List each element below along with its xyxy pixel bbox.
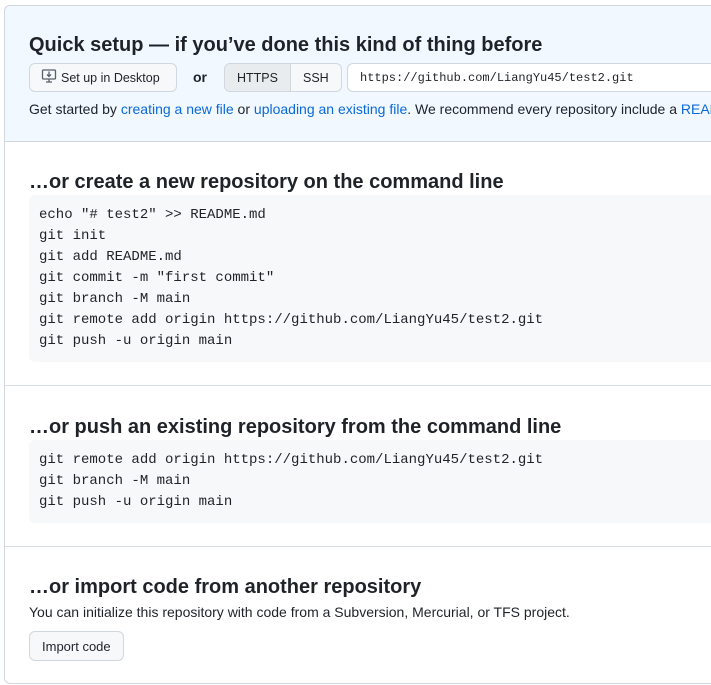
get-started-prefix: Get started by — [29, 101, 121, 117]
get-started-middle: or — [233, 101, 254, 117]
code-line: git remote add origin https://github.com… — [39, 452, 544, 468]
get-started-suffix: . We recommend every repository include … — [407, 101, 681, 117]
create-repo-code: echo "# test2" >> README.md git init git… — [29, 195, 711, 362]
ssh-tab[interactable]: SSH — [291, 64, 341, 91]
clone-url-input[interactable]: https://github.com/LiangYu45/test2.git — [347, 63, 711, 92]
code-line: git branch -M main — [39, 473, 191, 489]
code-line: git init — [39, 228, 107, 244]
upload-file-link[interactable]: uploading an existing file — [254, 101, 407, 117]
import-description: You can initialize this repository with … — [29, 604, 570, 620]
or-label: or — [193, 69, 207, 85]
code-line: git push -u origin main — [39, 494, 233, 510]
https-tab[interactable]: HTTPS — [225, 64, 291, 91]
desktop-download-icon — [41, 68, 61, 87]
code-line: git commit -m "first commit" — [39, 270, 275, 286]
import-code-title: …or import code from another repository — [29, 576, 422, 598]
create-file-link[interactable]: creating a new file — [121, 101, 234, 117]
push-repo-code: git remote add origin https://github.com… — [29, 440, 711, 523]
code-line: git add README.md — [39, 249, 182, 265]
create-repo-title: …or create a new repository on the comma… — [29, 171, 504, 193]
section-divider — [5, 546, 711, 547]
protocol-toggle: HTTPS SSH — [224, 63, 342, 92]
quick-setup-title: Quick setup — if you’ve done this kind o… — [29, 34, 543, 56]
setup-panel: Quick setup — if you’ve done this kind o… — [4, 5, 711, 684]
code-line: git push -u origin main — [39, 333, 233, 349]
code-line: git branch -M main — [39, 291, 191, 307]
import-code-button[interactable]: Import code — [29, 631, 124, 661]
readme-license-link[interactable]: README, LICENSE, and .gitignore — [681, 101, 711, 117]
setup-desktop-button[interactable]: Set up in Desktop — [29, 63, 177, 92]
quick-setup-section: Quick setup — if you’ve done this kind o… — [5, 6, 711, 142]
code-line: git remote add origin https://github.com… — [39, 312, 544, 328]
push-repo-title: …or push an existing repository from the… — [29, 416, 562, 438]
code-line: echo "# test2" >> README.md — [39, 207, 266, 223]
section-divider — [5, 385, 711, 386]
setup-desktop-label: Set up in Desktop — [61, 70, 160, 85]
get-started-text: Get started by creating a new file or up… — [29, 101, 711, 117]
